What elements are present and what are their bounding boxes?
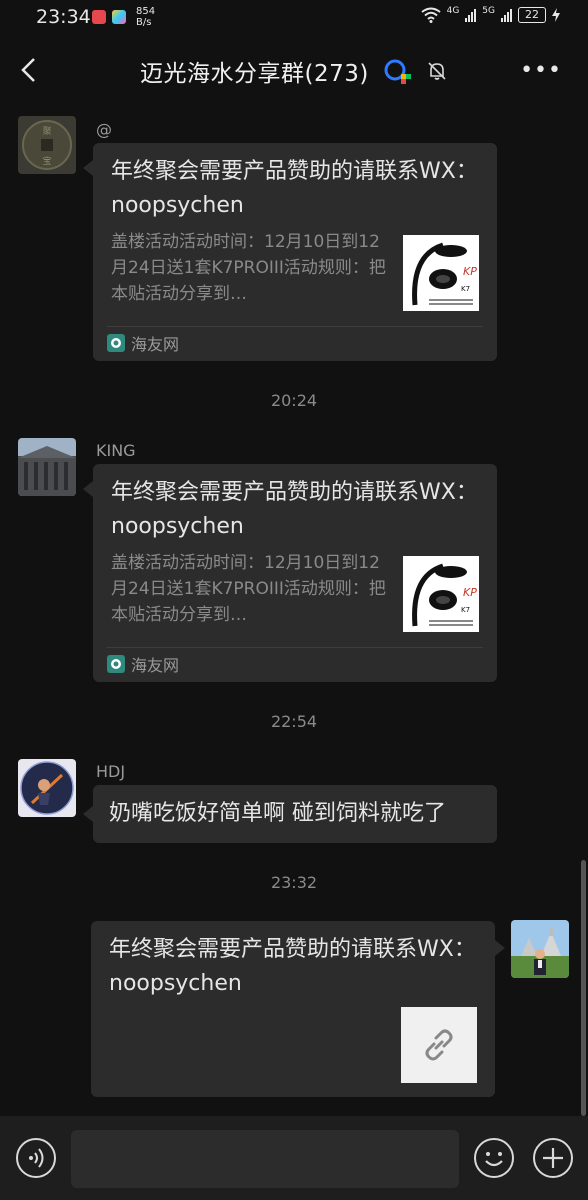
card-title: 年终聚会需要产品赞助的请联系WX：noopsychen: [111, 480, 478, 539]
notification-app-icon-2: [112, 10, 126, 24]
scrollbar[interactable]: [581, 860, 586, 1116]
signal-bars-icon: [465, 8, 477, 22]
card-divider: [107, 326, 483, 327]
haiyou-logo-icon: [107, 334, 125, 352]
mute-bell-icon: [428, 62, 446, 80]
svg-text:K7: K7: [461, 606, 470, 614]
wechat-work-icon: [384, 59, 411, 84]
signal-bars-icon-2: [501, 8, 512, 22]
chat-title: 迈光海水分享群(273): [140, 61, 369, 87]
input-bar: [0, 1116, 588, 1200]
haiyou-logo-icon: [107, 655, 125, 673]
svg-text:KP: KP: [463, 265, 477, 278]
status-indicators: 4G 5G 22: [420, 6, 560, 23]
card-title: 年终聚会需要产品赞助的请联系WX：noopsychen: [111, 159, 478, 218]
timestamp: 20:24: [270, 391, 318, 410]
timestamp: 23:32: [270, 873, 318, 892]
avatar[interactable]: [18, 759, 76, 817]
avatar[interactable]: [18, 438, 76, 496]
bubble-tail: [83, 481, 93, 497]
battery-level: 22: [518, 7, 546, 23]
charging-icon: [552, 8, 560, 22]
back-arrow-icon[interactable]: [16, 56, 44, 84]
source-name: 海友网: [131, 335, 180, 354]
voice-input-button[interactable]: [16, 1138, 56, 1178]
sender-name: @: [96, 120, 112, 139]
wifi-icon: [420, 7, 441, 23]
chat-header: 迈光海水分享群(273) •••: [0, 38, 588, 102]
voice-icon: [29, 1148, 44, 1168]
bubble-tail: [495, 940, 505, 956]
timestamp: 22:54: [270, 712, 318, 731]
card-divider: [107, 647, 483, 648]
clock: 23:34: [36, 6, 91, 28]
lamp-product-image: KP K7: [403, 235, 479, 311]
emoji-button[interactable]: [474, 1138, 514, 1178]
card-title: 年终聚会需要产品赞助的请联系WX：noopsychen: [109, 937, 476, 996]
sender-name: KING: [96, 441, 136, 460]
plus-icon: [543, 1148, 563, 1168]
text-message[interactable]: 奶嘴吃饭好简单啊 碰到饲料就吃了: [93, 785, 497, 843]
anime-avatar-icon: [18, 759, 76, 817]
card-source: 海友网: [107, 331, 179, 355]
sender-name: HDJ: [96, 762, 126, 781]
bubble-tail: [83, 806, 93, 822]
person-photo-avatar-icon: [511, 920, 569, 978]
card-thumbnail: KP K7: [403, 556, 479, 632]
card-source: 海友网: [107, 652, 179, 676]
status-bar: 23:34 854 B/s 4G 5G 22: [0, 0, 588, 38]
svg-text:K7: K7: [461, 285, 470, 293]
emoji-icon: [485, 1152, 503, 1167]
signal-type-2: 5G: [482, 6, 495, 16]
svg-text:宝: 宝: [42, 155, 51, 167]
card-description: 盖楼活动活动时间：12月10日到12月24日送1套K7PROIII活动规则：把本…: [111, 232, 386, 304]
link-thumbnail: [401, 1007, 477, 1083]
signal-type-1: 4G: [446, 6, 460, 16]
source-name: 海友网: [131, 656, 180, 675]
my-avatar[interactable]: [511, 920, 569, 978]
bubble-tail: [83, 160, 93, 176]
lamp-product-image: KP K7: [403, 556, 479, 632]
link-icon: [425, 1029, 453, 1061]
message-input[interactable]: [71, 1130, 459, 1188]
svg-text:KP: KP: [463, 586, 477, 599]
svg-text:聚: 聚: [42, 126, 51, 137]
own-link-card[interactable]: 年终聚会需要产品赞助的请联系WX：noopsychen: [91, 921, 495, 1097]
more-functions-button[interactable]: [533, 1138, 573, 1178]
card-thumbnail: KP K7: [403, 235, 479, 311]
avatar[interactable]: 聚 宝: [18, 116, 76, 174]
coin-avatar-icon: 聚 宝: [18, 116, 76, 174]
notification-app-icon: [92, 10, 106, 24]
more-options-icon[interactable]: •••: [520, 58, 562, 83]
building-avatar-icon: [18, 438, 76, 496]
link-card[interactable]: 年终聚会需要产品赞助的请联系WX：noopsychen 盖楼活动活动时间：12月…: [93, 464, 497, 682]
link-card[interactable]: 年终聚会需要产品赞助的请联系WX：noopsychen 盖楼活动活动时间：12月…: [93, 143, 497, 361]
net-speed: 854 B/s: [136, 6, 156, 28]
card-description: 盖楼活动活动时间：12月10日到12月24日送1套K7PROIII活动规则：把本…: [111, 553, 386, 625]
